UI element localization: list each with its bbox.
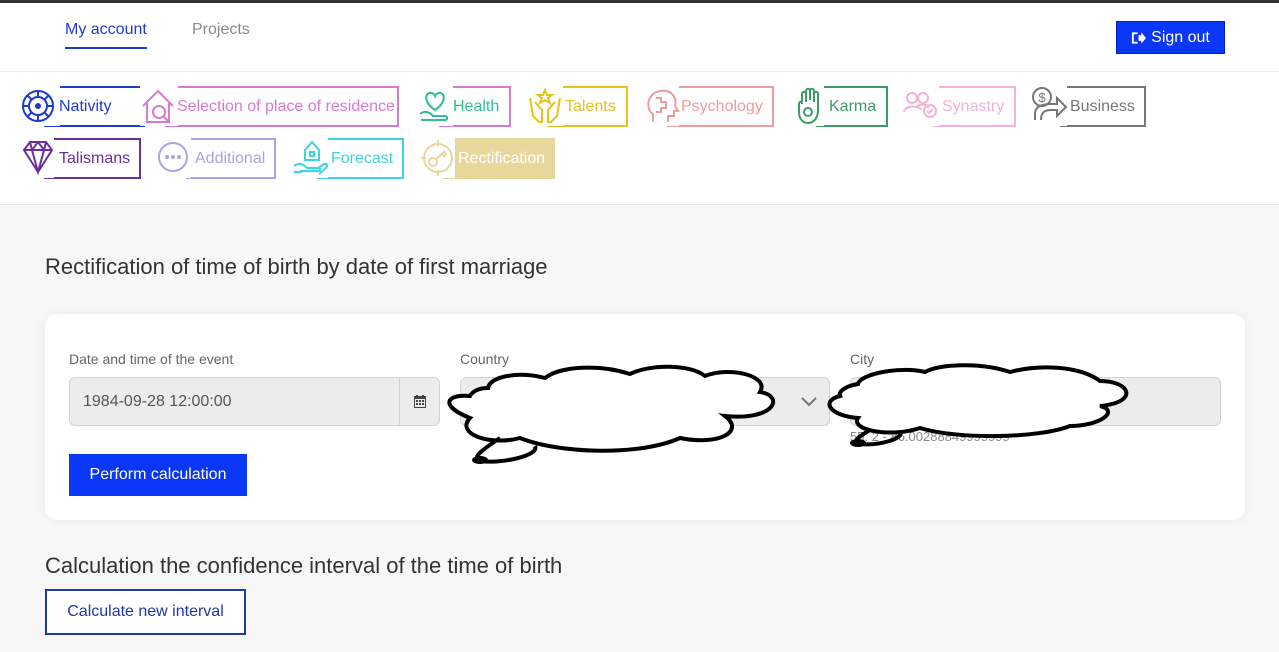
- service-label: Additional: [195, 150, 266, 167]
- people-icon: [903, 86, 939, 126]
- tab-my-account[interactable]: My account: [65, 21, 147, 49]
- hamsa-icon: [796, 86, 824, 126]
- service-label: Talents: [565, 98, 616, 115]
- service-label: Nativity: [59, 98, 112, 115]
- house-search-icon: [140, 86, 178, 126]
- wheel-icon: [22, 86, 60, 126]
- tab-projects[interactable]: Projects: [192, 21, 250, 39]
- country-select[interactable]: [460, 377, 830, 426]
- service-label: Synastry: [942, 98, 1005, 115]
- calendar-icon: [413, 395, 426, 408]
- service-label: Health: [453, 98, 500, 115]
- calculate-new-interval-button[interactable]: Calculate new interval: [45, 589, 246, 635]
- diamond-icon: [22, 138, 54, 178]
- sign-out-button[interactable]: Sign out: [1116, 21, 1225, 54]
- main-content: Rectification of time of birth by date o…: [0, 206, 1279, 652]
- country-label: Country: [460, 351, 510, 367]
- chevron-down-icon: [801, 397, 817, 407]
- head-puzzle-icon: [645, 86, 680, 126]
- svg-text:$: $: [1038, 90, 1046, 105]
- service-label: Karma: [829, 98, 877, 115]
- sign-out-label: Sign out: [1151, 28, 1210, 46]
- city-coordinates: 55. 2 - 86.00288849999999: [850, 429, 1010, 444]
- city-field[interactable]: [850, 377, 1221, 426]
- city-label: City: [850, 351, 875, 367]
- perform-calculation-button[interactable]: Perform calculation: [69, 454, 247, 496]
- service-label: Business: [1070, 98, 1135, 115]
- hands-star-icon: [527, 86, 563, 126]
- date-time-value: 1984-09-28 12:00:00: [83, 393, 232, 410]
- dots-icon: [157, 138, 191, 178]
- service-label: Rectification: [458, 150, 546, 167]
- calendar-button[interactable]: [399, 378, 439, 425]
- service-label: Selection of place of residence: [177, 98, 395, 115]
- top-nav: My account Projects Sign out: [0, 3, 1279, 72]
- rectification-form-card: Date and time of the event 1984-09-28 12…: [45, 314, 1245, 520]
- house-hand-icon: [292, 138, 329, 178]
- key-target-icon: [421, 138, 455, 178]
- confidence-interval-title: Calculation the confidence interval of t…: [45, 553, 563, 578]
- service-label: Psychology: [681, 98, 763, 115]
- heart-hand-icon: [417, 86, 453, 126]
- money-arrow-icon: $: [1031, 86, 1068, 126]
- rectification-title: Rectification of time of birth by date o…: [45, 254, 548, 279]
- service-label: Talismans: [59, 150, 131, 167]
- sign-out-icon: [1132, 31, 1147, 44]
- date-time-field[interactable]: 1984-09-28 12:00:00: [69, 377, 440, 426]
- service-label: Forecast: [331, 150, 394, 167]
- header: My account Projects Sign out Nativity Se…: [0, 3, 1279, 205]
- date-label: Date and time of the event: [69, 351, 234, 367]
